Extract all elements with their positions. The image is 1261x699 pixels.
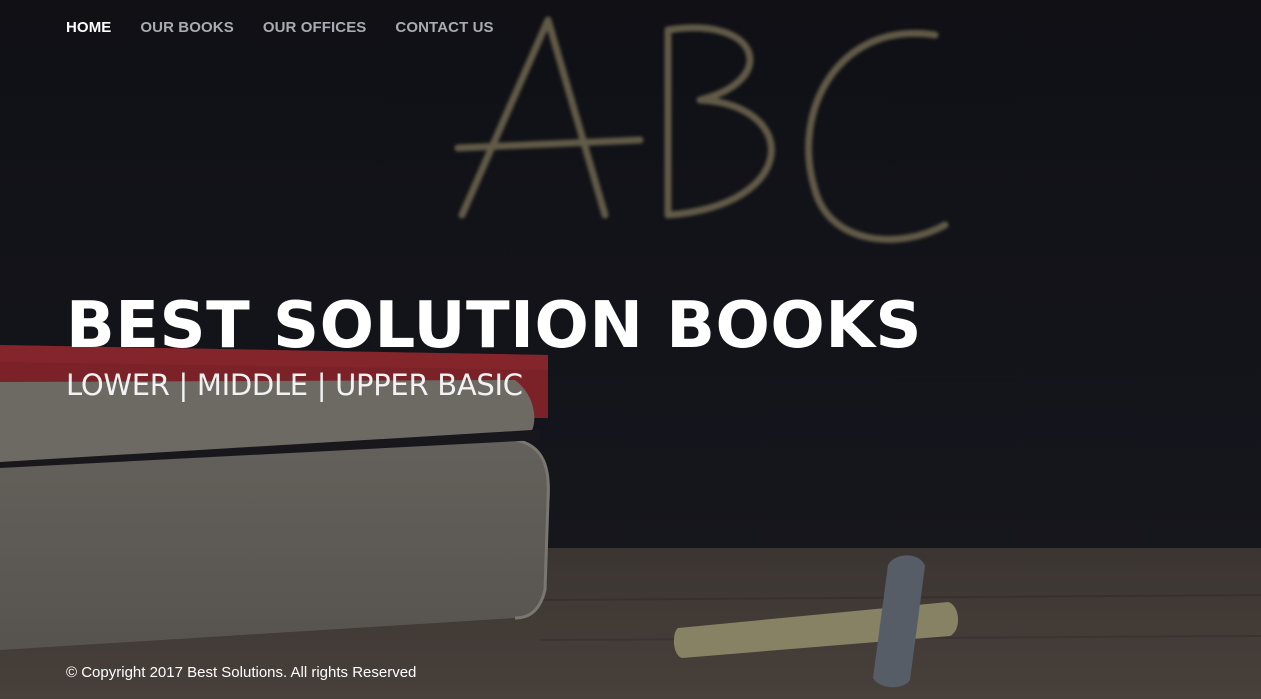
nav-our-books-link[interactable]: OUR BOOKS: [140, 18, 233, 38]
hero-subtitle: LOWER | MIDDLE | UPPER BASIC: [66, 368, 523, 402]
nav-home-link[interactable]: HOME: [66, 18, 111, 38]
hero-title: BEST SOLUTION BOOKS: [66, 289, 922, 363]
nav-contact-us-link[interactable]: CONTACT US: [395, 18, 493, 38]
footer-copyright: © Copyright 2017 Best Solutions. All rig…: [66, 664, 417, 681]
main-nav: HOME OUR BOOKS OUR OFFICES CONTACT US: [66, 18, 523, 38]
nav-our-offices-link[interactable]: OUR OFFICES: [263, 18, 367, 38]
